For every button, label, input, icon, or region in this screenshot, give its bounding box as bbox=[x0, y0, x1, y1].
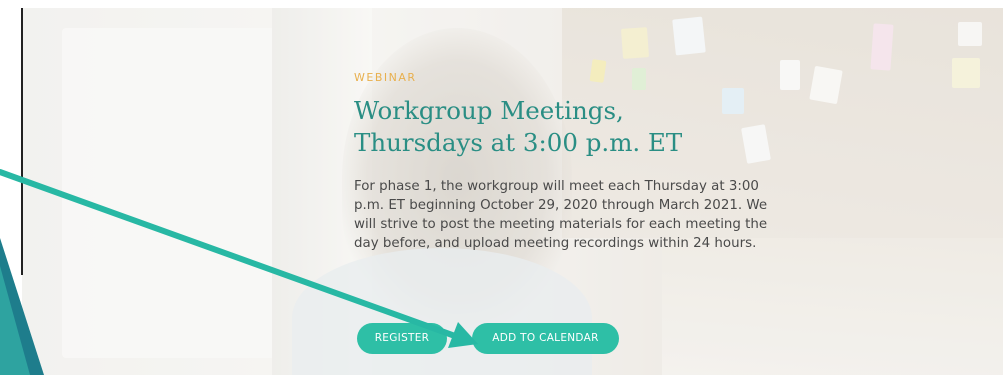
add-to-calendar-button[interactable]: ADD TO CALENDAR bbox=[472, 323, 619, 354]
title-line-1: Workgroup Meetings, bbox=[354, 96, 624, 125]
register-button[interactable]: REGISTER bbox=[357, 323, 447, 354]
eyebrow-label: WEBINAR bbox=[354, 71, 417, 84]
hero-content: WEBINAR Workgroup Meetings, Thursdays at… bbox=[354, 71, 774, 253]
title-line-2: Thursdays at 3:00 p.m. ET bbox=[354, 128, 683, 157]
description-text: For phase 1, the workgroup will meet eac… bbox=[354, 179, 768, 251]
page-title: Workgroup Meetings, Thursdays at 3:00 p.… bbox=[354, 95, 774, 159]
left-border-line bbox=[21, 8, 23, 275]
